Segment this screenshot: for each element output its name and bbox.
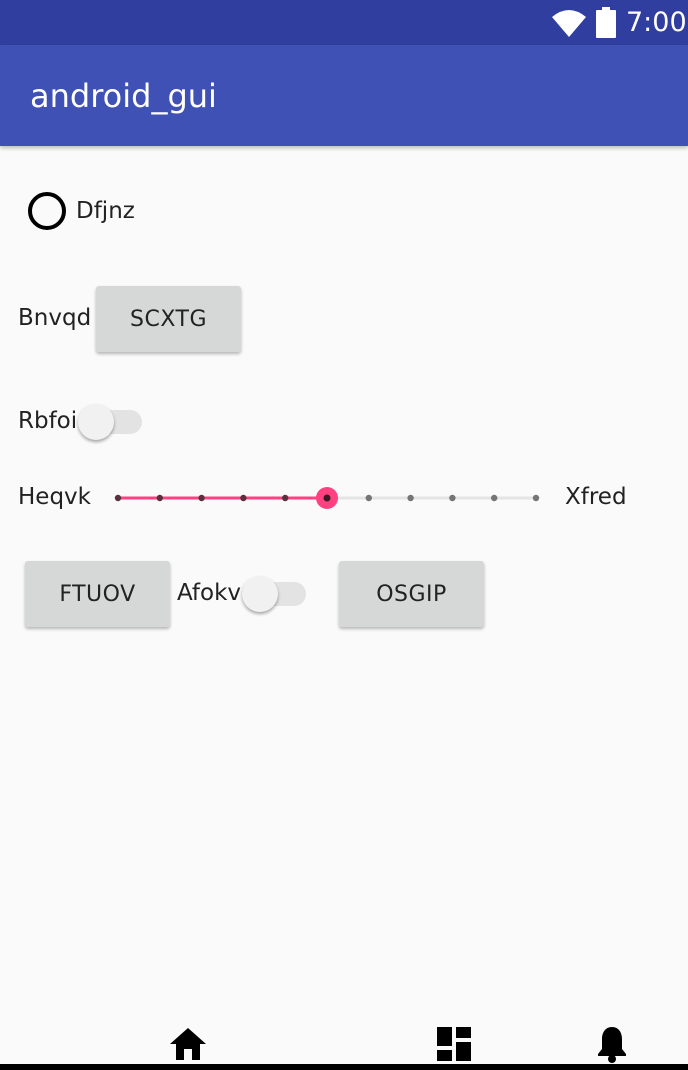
seekbar-tick	[532, 494, 540, 502]
seekbar-thumb-center	[323, 494, 331, 502]
status-bar: 7:00	[0, 0, 688, 45]
radio-button-dfjnz[interactable]	[28, 192, 66, 230]
switch-thumb[interactable]	[78, 404, 114, 440]
label-heqvk: Heqvk	[18, 484, 91, 510]
notifications-icon[interactable]	[597, 1025, 627, 1063]
app-title: android_gui	[30, 77, 217, 115]
label-xfred: Xfred	[565, 484, 627, 510]
navigation-bar-edge	[0, 1064, 688, 1070]
home-icon[interactable]	[170, 1028, 206, 1060]
label-rbfoi: Rbfoi	[18, 408, 78, 434]
seekbar-tick	[156, 494, 163, 502]
discrete-seekbar[interactable]	[104, 480, 552, 516]
radio-label-dfjnz[interactable]: Dfjnz	[76, 196, 135, 226]
switch-thumb[interactable]	[242, 576, 278, 612]
status-clock: 7:00	[626, 7, 687, 38]
seekbar-tick	[198, 494, 205, 502]
seekbar-tick	[240, 494, 247, 502]
app-bar: android_gui	[0, 45, 688, 146]
ftuov-button[interactable]: FTUOV	[25, 561, 170, 627]
label-afokv: Afokv	[177, 580, 242, 606]
seekbar-tick	[114, 494, 122, 502]
label-bnvqd: Bnvqd	[18, 305, 92, 331]
scxtg-button[interactable]: SCXTG	[96, 286, 241, 352]
seekbar-tick	[282, 494, 289, 502]
wifi-icon	[552, 10, 586, 37]
seekbar-tick	[365, 494, 372, 502]
seekbar-tick	[449, 494, 456, 502]
battery-icon	[596, 7, 616, 38]
osgip-button[interactable]: OSGIP	[339, 561, 484, 627]
bottom-navigation	[0, 1010, 688, 1070]
dashboard-icon[interactable]	[437, 1027, 471, 1061]
seekbar-tick	[407, 494, 414, 502]
seekbar-tick	[491, 494, 498, 502]
